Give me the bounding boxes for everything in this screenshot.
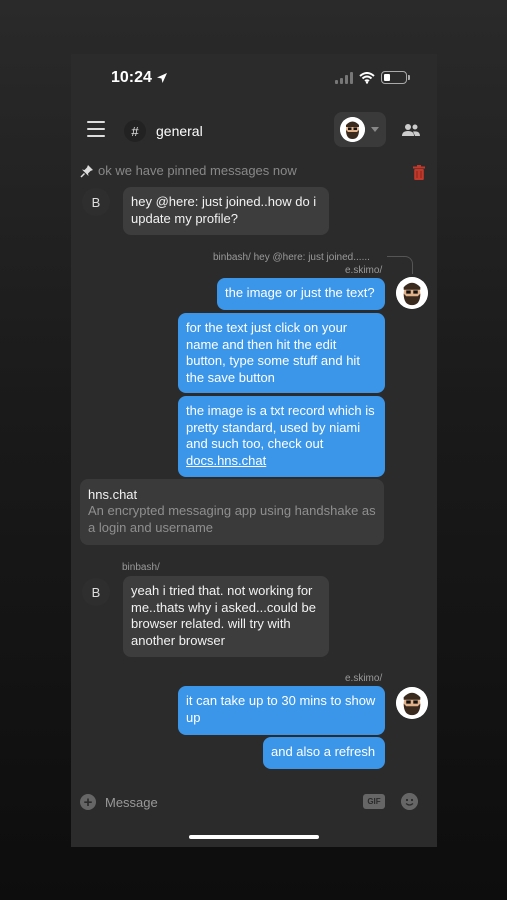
pin-icon	[80, 165, 93, 178]
avatar[interactable]: B	[82, 578, 110, 606]
status-bar: 10:24	[71, 54, 437, 104]
message-bubble[interactable]: the image or just the text?	[217, 278, 385, 310]
message-input[interactable]	[105, 792, 325, 812]
link-preview-title: hns.chat	[88, 487, 138, 502]
profile-dropdown[interactable]	[334, 112, 386, 147]
signal-icon	[335, 71, 353, 84]
reply-preview[interactable]: binbash/ hey @here: just joined......	[213, 252, 383, 263]
message-bubble[interactable]: and also a refresh	[263, 737, 385, 769]
gif-button[interactable]: GIF	[363, 794, 385, 809]
bearded-avatar-icon	[396, 687, 428, 719]
message-author: binbash/	[122, 562, 160, 573]
chevron-down-icon	[371, 127, 379, 132]
bearded-avatar-icon	[396, 277, 428, 309]
pinned-banner[interactable]: ok we have pinned messages now	[71, 158, 437, 184]
plus-icon[interactable]: +	[80, 794, 96, 810]
battery-icon	[381, 71, 410, 84]
link-preview-card[interactable]: hns.chat An encrypted messaging app usin…	[80, 479, 384, 545]
channel-hash: #	[124, 120, 146, 142]
trash-icon[interactable]	[413, 165, 425, 180]
users-icon[interactable]	[401, 122, 421, 138]
link-preview-description: An encrypted messaging app using handsha…	[88, 503, 376, 535]
wifi-icon	[359, 71, 375, 84]
message-bubble[interactable]: yeah i tried that. not working for me..t…	[123, 576, 329, 657]
message-bubble[interactable]: hey @here: just joined..how do i update …	[123, 187, 329, 235]
phone-screen: 10:24 # general ok we have pinned messag…	[71, 54, 437, 847]
channel-name: general	[156, 123, 203, 139]
channel-title[interactable]: # general	[124, 120, 203, 142]
status-time: 10:24	[111, 69, 152, 86]
message-composer: + GIF	[71, 785, 437, 825]
location-arrow-icon	[156, 73, 167, 83]
message-author: e.skimo/	[345, 265, 383, 276]
avatar[interactable]: B	[82, 188, 110, 216]
reply-connector	[387, 256, 413, 274]
message-bubble[interactable]: for the text just click on your name and…	[178, 313, 385, 393]
bearded-avatar-icon	[340, 117, 365, 142]
message-bubble[interactable]: it can take up to 30 mins to show up	[178, 686, 385, 735]
avatar	[340, 117, 365, 142]
pinned-message-text: ok we have pinned messages now	[98, 163, 297, 178]
docs-link[interactable]: docs.hns.chat	[186, 453, 266, 468]
avatar[interactable]	[396, 277, 428, 309]
message-author: e.skimo/	[345, 673, 383, 684]
menu-icon[interactable]	[87, 121, 105, 137]
message-bubble[interactable]: the image is a txt record which is prett…	[178, 396, 385, 477]
home-indicator[interactable]	[189, 835, 319, 839]
channel-header: # general	[71, 110, 437, 150]
emoji-icon[interactable]	[401, 793, 418, 810]
avatar[interactable]	[396, 687, 428, 719]
